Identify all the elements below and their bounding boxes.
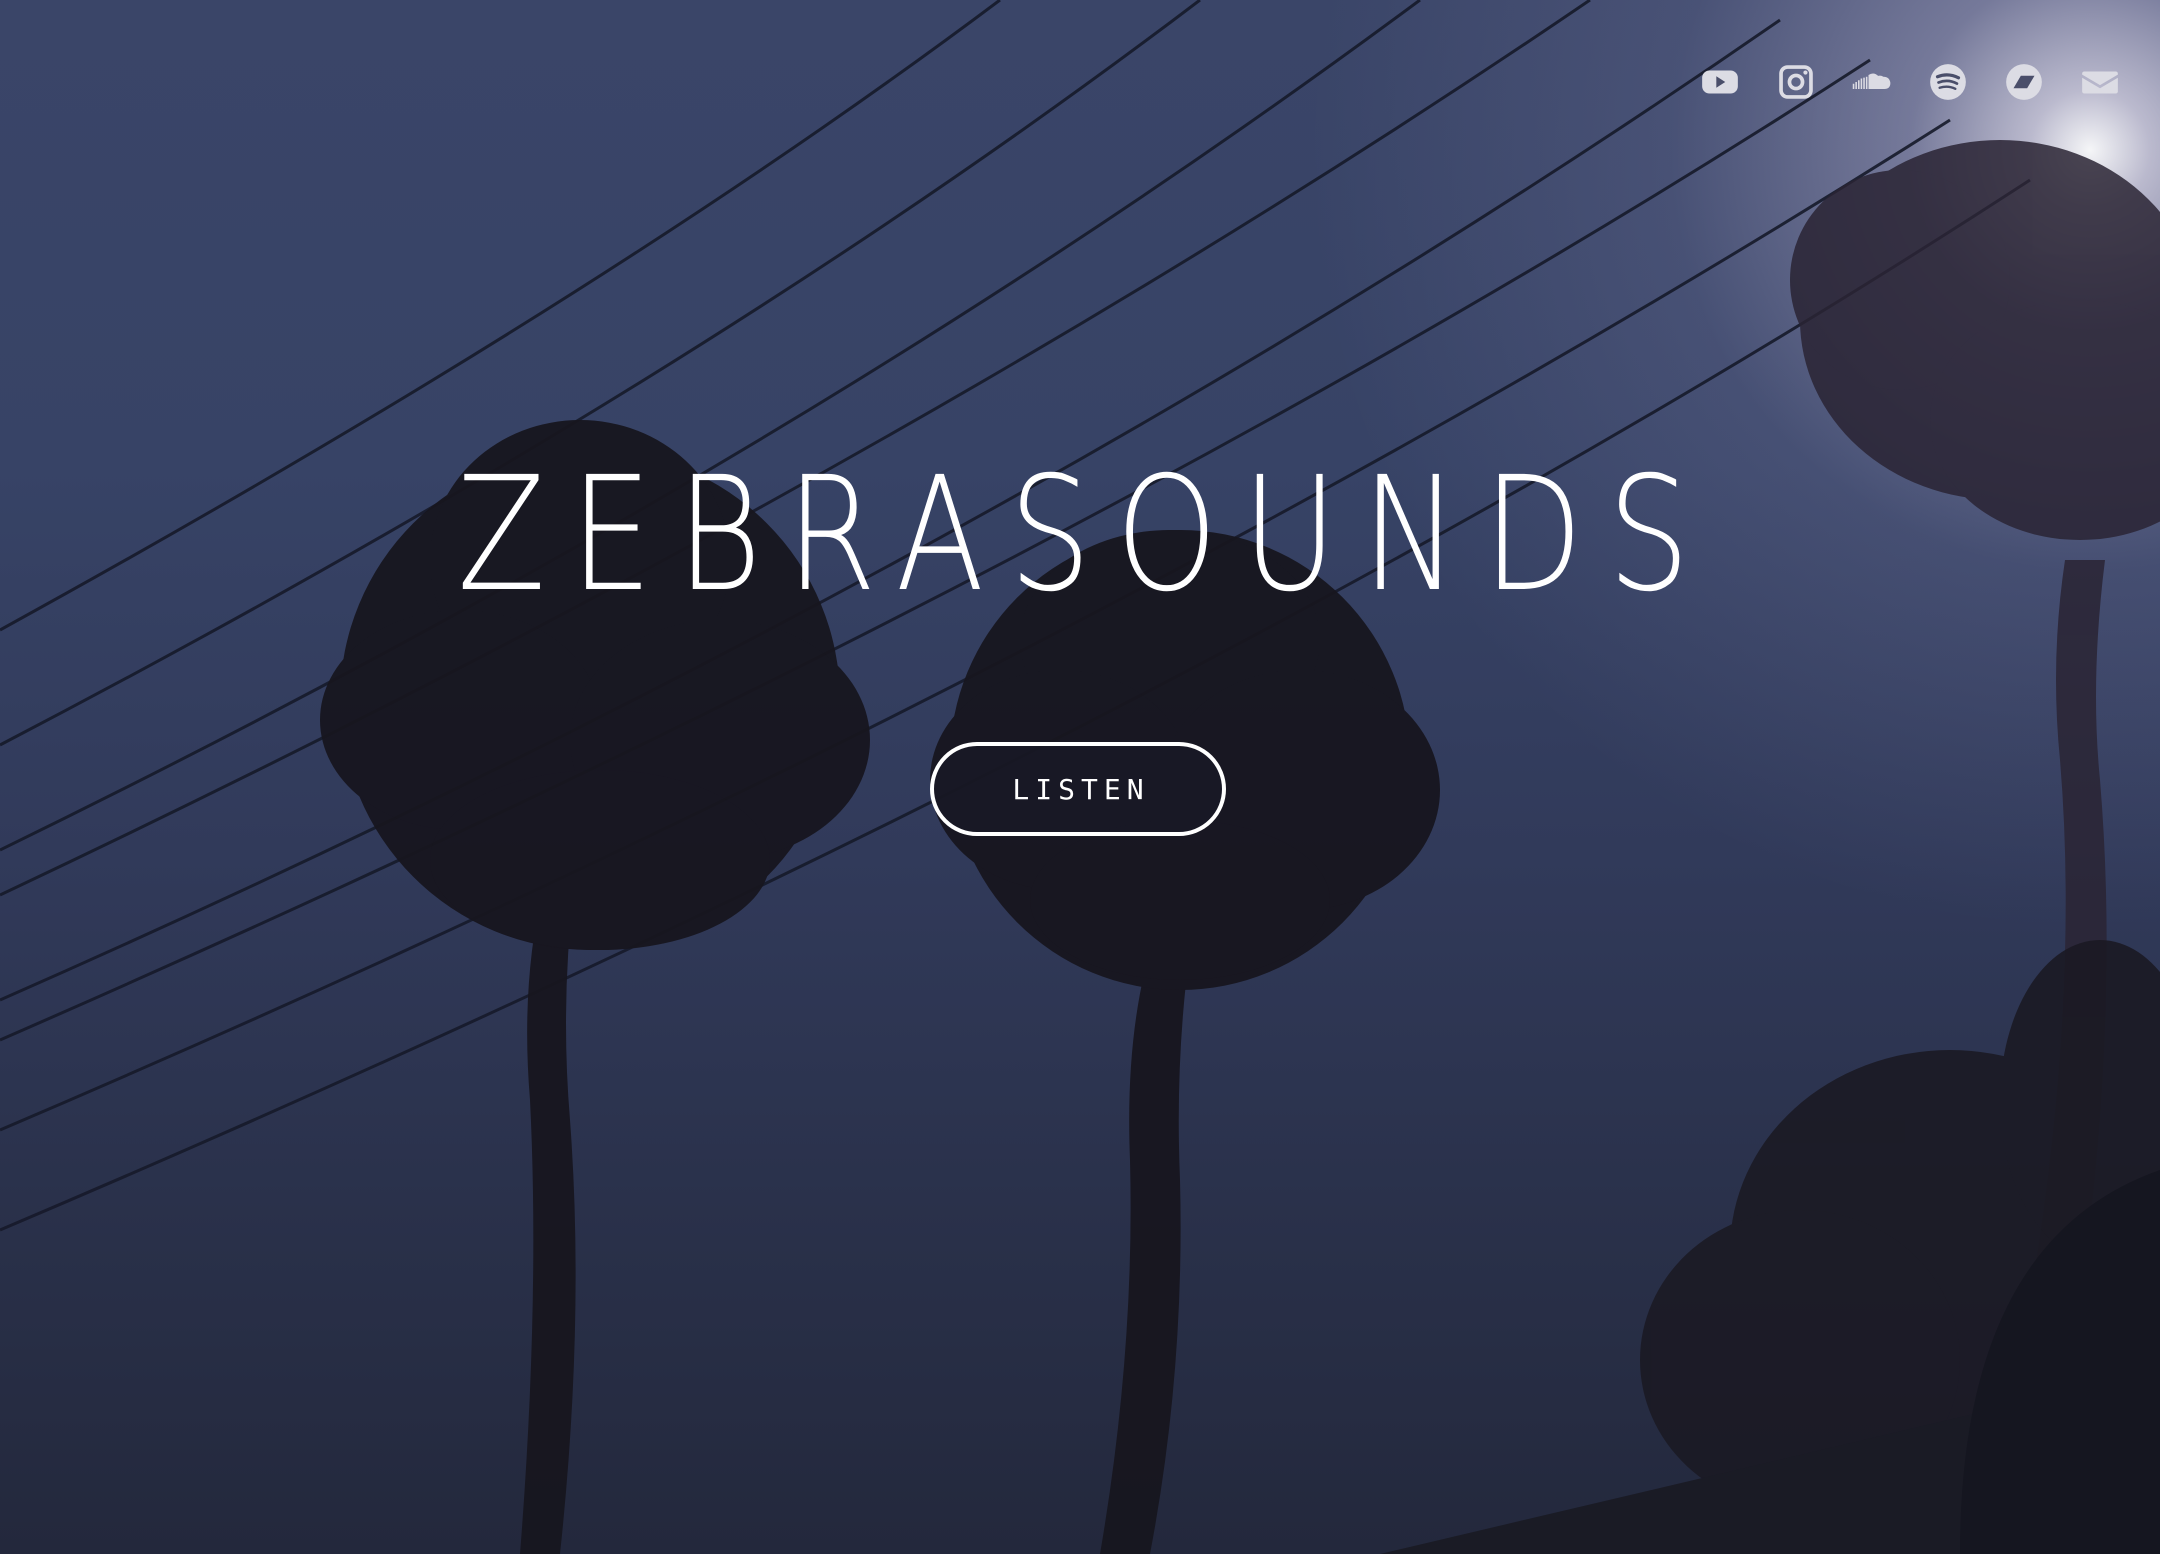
email-icon xyxy=(2082,71,2118,94)
soundcloud-link[interactable] xyxy=(1834,58,1910,106)
spotify-link[interactable] xyxy=(1910,58,1986,106)
youtube-icon xyxy=(1702,70,1738,94)
bandcamp-link[interactable] xyxy=(1986,58,2062,106)
social-links xyxy=(1682,58,2138,106)
instagram-link[interactable] xyxy=(1758,58,1834,106)
listen-button[interactable]: LISTEN xyxy=(930,742,1226,836)
instagram-icon xyxy=(1779,65,1813,99)
soundcloud-icon xyxy=(1852,73,1891,89)
spotify-icon xyxy=(1930,64,1966,100)
youtube-link[interactable] xyxy=(1682,58,1758,106)
site-title-text: ZEBRASOUNDS xyxy=(457,443,1715,627)
hero-section: ZEBRASOUNDS LISTEN xyxy=(0,0,2160,1554)
email-link[interactable] xyxy=(2062,58,2138,106)
bandcamp-icon xyxy=(2006,64,2042,100)
site-title: ZEBRASOUNDS xyxy=(0,455,2160,615)
